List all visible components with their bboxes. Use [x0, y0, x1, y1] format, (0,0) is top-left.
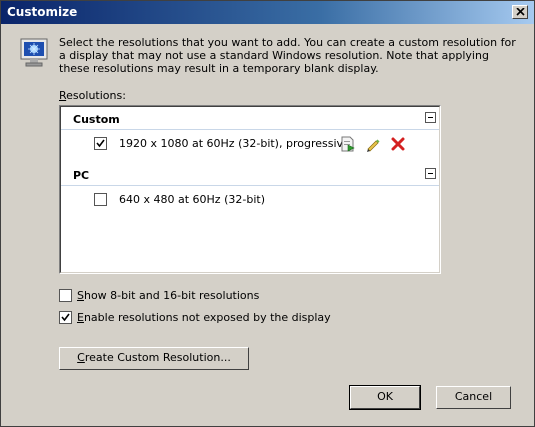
test-resolution-icon[interactable] [340, 136, 356, 152]
window-title: Customize [7, 5, 78, 19]
monitor-icon [20, 38, 48, 67]
resolutions-list[interactable]: Custom 1920 x 1080 at 60Hz (32-bit), pro… [59, 105, 441, 274]
group-header-custom: Custom [61, 109, 439, 130]
resolution-label: 1920 x 1080 at 60Hz (32-bit), progressiv… [119, 137, 350, 150]
close-icon [516, 8, 525, 16]
group-title: Custom [73, 113, 120, 126]
option-label-rest: how 8-bit and 16-bit resolutions [83, 289, 260, 302]
checkbox-640x480[interactable] [94, 193, 107, 206]
option-label: Enable resolutions not exposed by the di… [77, 311, 331, 324]
checkbox-1920x1080[interactable] [94, 137, 107, 150]
resolutions-list-inner: Custom 1920 x 1080 at 60Hz (32-bit), pro… [60, 106, 440, 273]
customize-dialog: Customize Select the resolutions that yo… [0, 0, 535, 427]
cancel-button[interactable]: Cancel [436, 386, 511, 409]
create-custom-resolution-button[interactable]: Create Custom Resolution... [59, 347, 249, 370]
title-bar[interactable]: Customize [1, 1, 534, 24]
list-item-640x480[interactable]: 640 x 480 at 60Hz (32-bit) [61, 190, 439, 210]
ok-button[interactable]: OK [349, 385, 421, 410]
check-icon [96, 139, 105, 148]
option-label-rest: nable resolutions not exposed by the dis… [83, 311, 331, 324]
close-button[interactable] [512, 5, 528, 19]
check-icon [61, 313, 70, 322]
delete-x-icon[interactable] [390, 136, 406, 152]
list-item-1920x1080[interactable]: 1920 x 1080 at 60Hz (32-bit), progressiv… [61, 134, 439, 154]
resolutions-label-rest: esolutions: [66, 89, 126, 102]
description-text: Select the resolutions that you want to … [59, 36, 516, 75]
resolutions-label: Resolutions: [59, 89, 126, 102]
edit-pencil-icon[interactable] [365, 136, 381, 152]
create-custom-label-rest: reate Custom Resolution... [84, 351, 231, 364]
collapse-pc-button[interactable] [425, 168, 436, 179]
resolution-label: 640 x 480 at 60Hz (32-bit) [119, 193, 265, 206]
group-header-pc: PC [61, 165, 439, 186]
checkbox-enable-not-exposed[interactable] [59, 311, 72, 324]
group-title: PC [73, 169, 90, 182]
collapse-custom-button[interactable] [425, 112, 436, 123]
option-label: Show 8-bit and 16-bit resolutions [77, 289, 260, 302]
checkbox-show-8-16-bit[interactable] [59, 289, 72, 302]
